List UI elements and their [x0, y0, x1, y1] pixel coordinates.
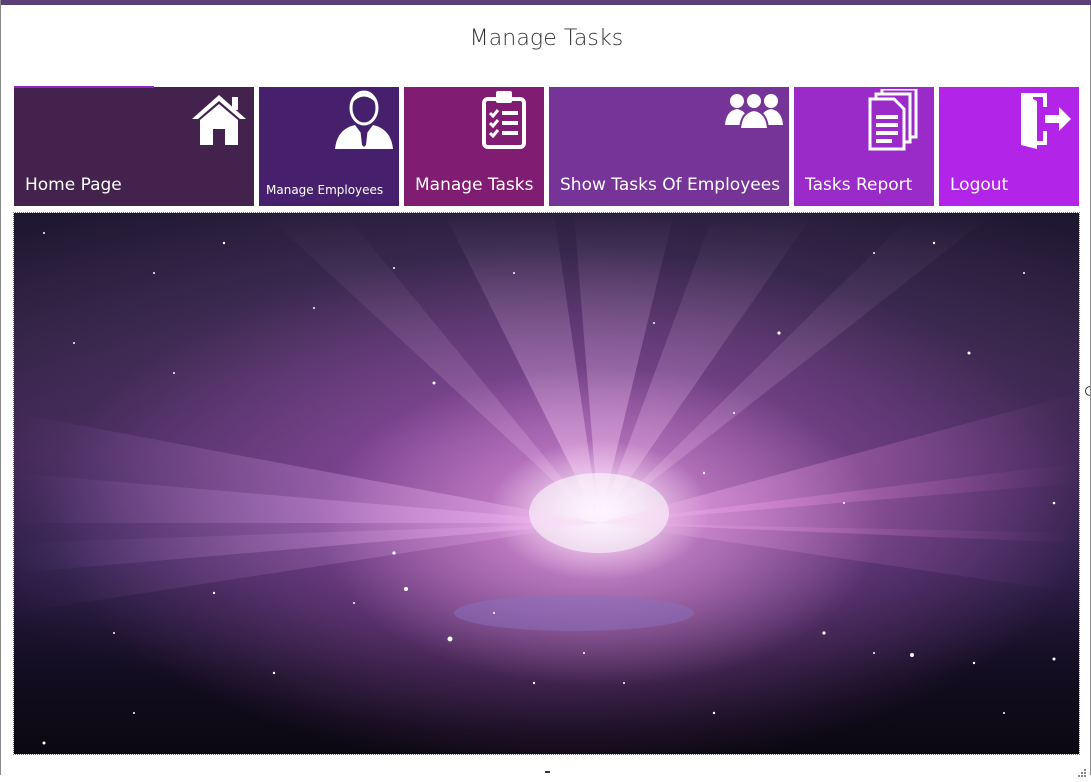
- clipboard-checklist-icon: [476, 89, 538, 151]
- app-window: Manage Tasks Home Page Manage Employees: [0, 0, 1091, 777]
- logout-tile[interactable]: Logout: [939, 87, 1079, 206]
- window-top-border: [1, 0, 1091, 5]
- show-tasks-of-employees-tile[interactable]: Show Tasks Of Employees: [549, 87, 789, 206]
- employee-icon: [333, 89, 395, 151]
- manage-tasks-tile[interactable]: Manage Tasks: [404, 87, 544, 206]
- resize-grip-icon[interactable]: [1077, 763, 1087, 777]
- bottom-caret: [545, 771, 550, 773]
- tasks-report-label: Tasks Report: [805, 175, 913, 195]
- home-page-tile[interactable]: Home Page: [14, 86, 254, 206]
- group-icon: [723, 87, 785, 149]
- right-edge-handle: [1085, 386, 1090, 396]
- page-title: Manage Tasks: [469, 26, 624, 51]
- documents-icon: [862, 87, 924, 151]
- selected-accent-bar: [14, 86, 154, 88]
- home-icon: [188, 89, 250, 151]
- logout-label: Logout: [950, 175, 1009, 195]
- logout-door-icon: [1013, 89, 1075, 151]
- manage-tasks-label: Manage Tasks: [415, 175, 534, 195]
- manage-employees-tile[interactable]: Manage Employees: [259, 87, 399, 206]
- manage-employees-label: Manage Employees: [266, 183, 384, 197]
- tasks-report-tile[interactable]: Tasks Report: [794, 87, 934, 206]
- show-tasks-of-employees-label: Show Tasks Of Employees: [560, 175, 781, 195]
- aurora-banner-image: [13, 212, 1080, 755]
- home-page-label: Home Page: [25, 175, 122, 195]
